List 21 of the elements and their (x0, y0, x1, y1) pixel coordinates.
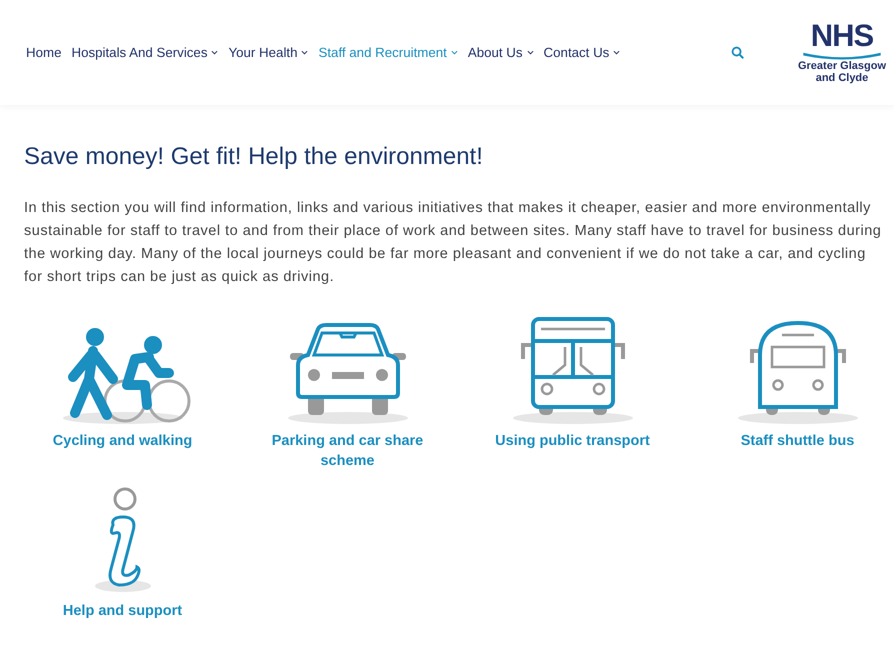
logo-text: Greater Glasgow (798, 60, 886, 72)
nav-link[interactable]: Home (26, 45, 62, 60)
search-icon[interactable] (731, 46, 744, 59)
tile-link[interactable]: Staff shuttle bus (740, 431, 854, 451)
tile-link[interactable]: Using public transport (495, 431, 650, 451)
chevron-down-icon[interactable] (613, 50, 620, 55)
nav-link[interactable]: Your Health (228, 45, 308, 60)
chevron-down-icon[interactable] (526, 50, 534, 55)
nav-link[interactable]: Contact Us (544, 45, 620, 60)
logo-text: and Clyde (816, 72, 868, 84)
page-heading: Save money! Get fit! Help the environment! (24, 143, 484, 171)
chevron-down-icon[interactable] (211, 50, 218, 55)
tile-link[interactable]: Cycling and walking (52, 431, 192, 451)
chevron-down-icon[interactable] (301, 50, 308, 55)
nav-link[interactable]: About Us (468, 45, 534, 60)
intro-paragraph: In this section you will find information, links and various initiatives that makes it cheaper, easier and more environmentally sustainable for staff to travel to and from their place of work and between sites. Many staff have to travel for business during the working day. Many of the local journeys could be far more pleasant and convenient if we do not take a car, and cycling for short trips can be just as quick as driving. (24, 199, 882, 287)
tile-link[interactable]: Help and support (62, 601, 182, 621)
tile-link[interactable]: Parking and car share scheme (252, 431, 442, 471)
logo-mark: NHS (810, 21, 874, 51)
nav-link[interactable]: Hospitals And Services (71, 45, 218, 60)
nav-link[interactable]: Staff and Recruitment (318, 45, 458, 60)
